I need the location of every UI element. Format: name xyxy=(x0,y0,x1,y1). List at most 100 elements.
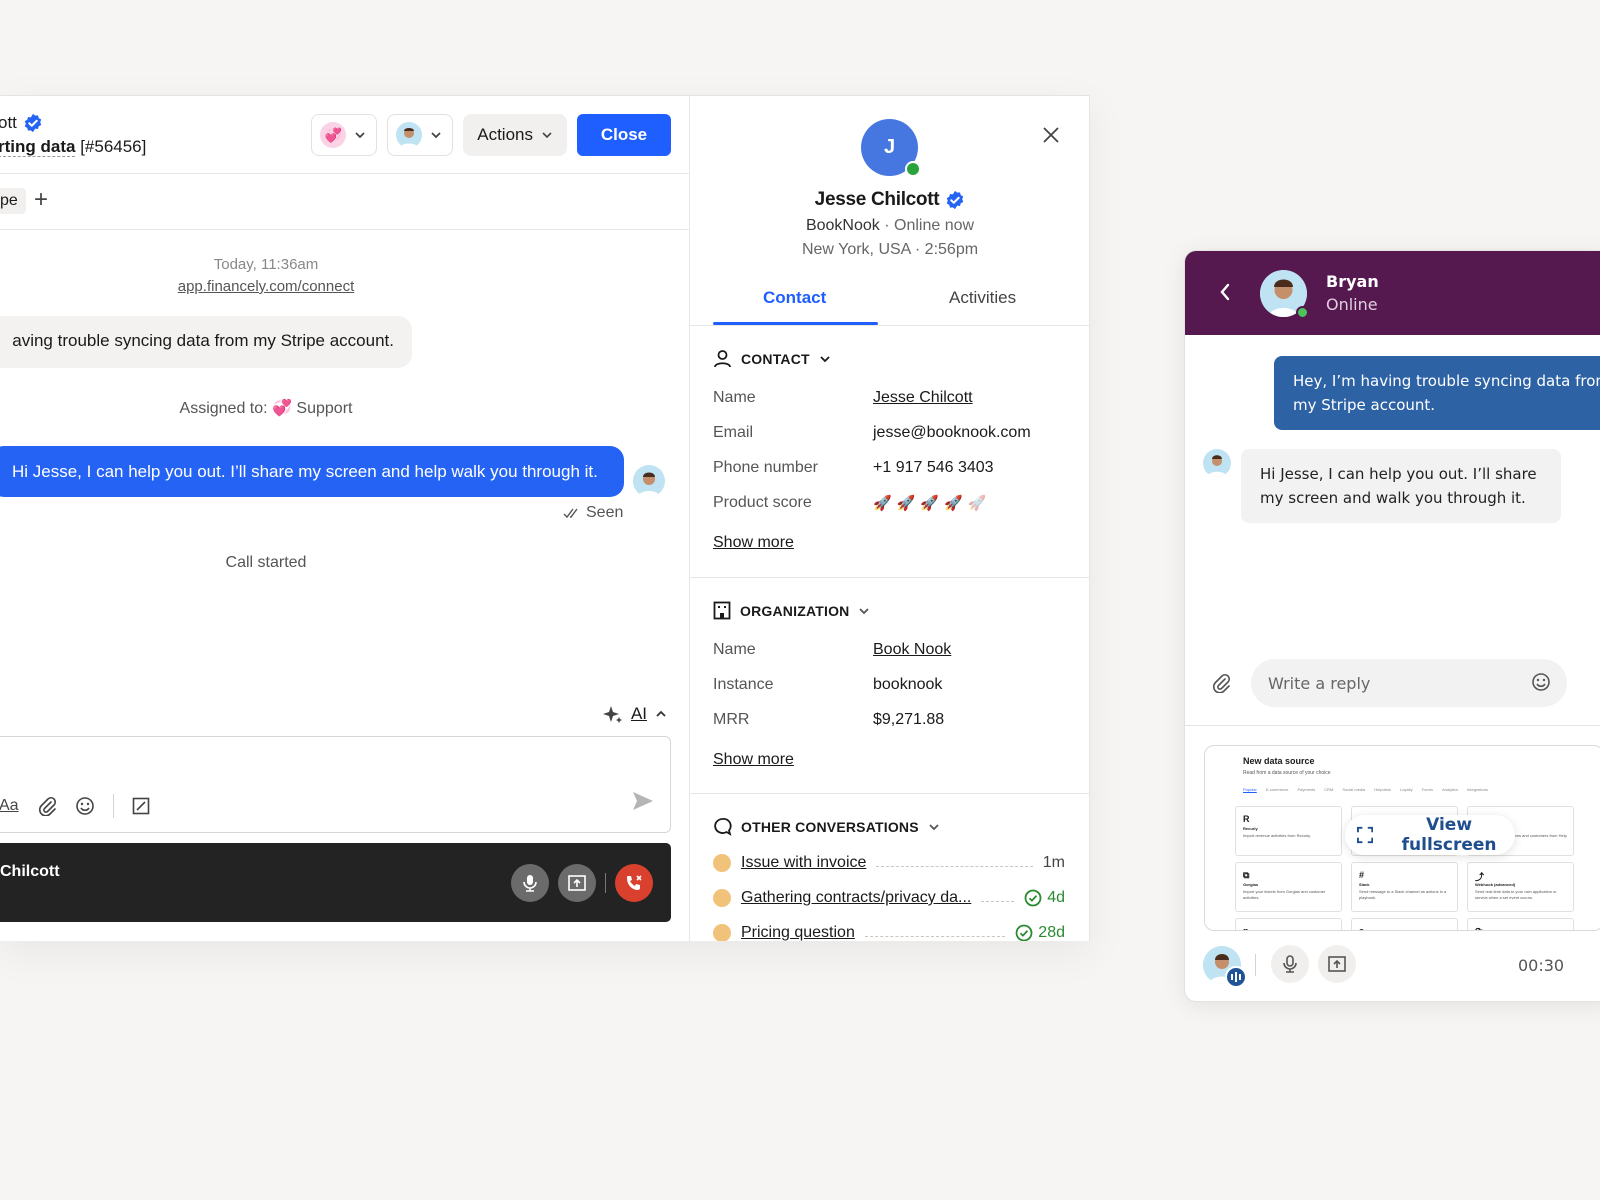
contact-name-link[interactable]: Jesse Chilcott xyxy=(873,389,973,407)
sparkle-icon xyxy=(602,706,622,723)
rocket-icon: 🚀 xyxy=(896,495,916,512)
phone-value: +1 917 546 3403 xyxy=(873,459,994,476)
send-icon[interactable] xyxy=(632,791,654,816)
data-source-description: Send real-time data to your own applicat… xyxy=(1475,889,1557,900)
data-source-description: Send message to a Slack channel as actio… xyxy=(1359,889,1447,900)
page-url-link[interactable]: app.financely.com/connect xyxy=(0,278,532,295)
organization-name-link[interactable]: Book Nook xyxy=(873,641,951,659)
assignee-select[interactable] xyxy=(387,114,454,156)
assignee-avatar xyxy=(396,122,423,148)
conversation-title[interactable]: Pricing question xyxy=(741,924,855,941)
close-sidebar-icon[interactable] xyxy=(1042,126,1060,149)
toolbar-divider xyxy=(112,794,114,818)
mute-button[interactable] xyxy=(1271,945,1309,983)
subject-text[interactable]: rting data xyxy=(0,137,76,157)
data-source-card: R Recurly Import revenue activities from R… xyxy=(1235,806,1342,856)
leader-line xyxy=(981,900,1015,902)
resolved-check-icon xyxy=(1024,889,1042,907)
shared-screen-tab: Payments xyxy=(1297,787,1316,792)
contact-location-time: New York, USA · 2:56pm xyxy=(801,241,979,258)
contact-company: BookNook xyxy=(805,217,880,234)
assigned-team: Support xyxy=(296,400,353,417)
share-screen-button[interactable] xyxy=(558,864,596,902)
conversation-list-item[interactable]: Gathering contracts/privacy da... 4d xyxy=(713,889,1065,907)
share-screen-button[interactable] xyxy=(1318,945,1356,983)
conversation-list-item[interactable]: Pricing question 28d xyxy=(713,924,1065,941)
data-source-name: Recurly xyxy=(1243,826,1258,831)
messenger-header: Bryan Online xyxy=(1185,251,1600,335)
message-timestamp: Today, 11:36am xyxy=(213,256,319,273)
agent-avatar xyxy=(1260,270,1309,319)
instance-value: booknook xyxy=(873,676,943,693)
active-tab-indicator xyxy=(713,322,878,325)
rocket-icon: 🚀 xyxy=(920,495,940,512)
back-arrow-icon[interactable] xyxy=(1219,282,1231,307)
view-fullscreen-button[interactable]: View fullscreen xyxy=(1345,815,1515,855)
tab-activities[interactable]: Activities xyxy=(949,288,1016,308)
reply-input[interactable] xyxy=(1251,659,1567,707)
agent-speaking-avatar xyxy=(1203,946,1247,988)
attachment-icon[interactable] xyxy=(1211,673,1231,698)
other-conversations-header[interactable]: OTHER CONVERSATIONS xyxy=(713,817,940,836)
team-select[interactable]: 💞 xyxy=(311,114,378,156)
data-source-card: s xyxy=(1351,918,1458,930)
conversation-header: ott rting data [#56456] 💞 xyxy=(0,96,690,174)
reply-composer[interactable]: Aa xyxy=(0,736,671,833)
tag-chip[interactable]: pe xyxy=(0,188,26,214)
fullscreen-icon xyxy=(1357,826,1374,844)
screen-share-preview[interactable]: New data source Read from a data source … xyxy=(1204,745,1600,931)
organization-show-more-link[interactable]: Show more xyxy=(713,751,794,769)
organization-section-header[interactable]: ORGANIZATION xyxy=(713,601,870,620)
requester-avatar xyxy=(713,854,731,872)
assignment-event: Assigned to: 💞 Support xyxy=(0,398,532,418)
shared-screen-tab: E-commerce xyxy=(1265,787,1289,792)
chevron-down-icon xyxy=(431,132,441,139)
contact-section-header[interactable]: CONTACT xyxy=(713,349,831,368)
shared-screen-tab: Analytics xyxy=(1442,787,1459,792)
shared-screen-tab: Social media xyxy=(1342,787,1366,792)
field-label: Name xyxy=(713,641,756,658)
ai-label[interactable]: AI xyxy=(631,704,647,724)
attachment-icon[interactable] xyxy=(37,796,57,816)
shared-screen-subtitle: Read from a data source of your choice xyxy=(1243,770,1331,776)
data-source-description: Import your tickets from Gorgias and cus… xyxy=(1243,889,1326,900)
chat-bubble-icon xyxy=(714,818,732,836)
field-label: Product score xyxy=(713,494,812,511)
conversation-list-item[interactable]: Issue with invoice 1m xyxy=(713,854,1065,872)
contact-presence: Online now xyxy=(894,217,975,234)
macro-icon[interactable] xyxy=(132,797,150,815)
contact-location: New York, USA xyxy=(801,241,911,258)
emoji-icon[interactable] xyxy=(75,796,95,816)
conversation-title[interactable]: Gathering contracts/privacy da... xyxy=(741,889,971,907)
end-call-button[interactable] xyxy=(615,864,653,902)
data-source-card: p xyxy=(1235,918,1342,931)
online-indicator xyxy=(1296,306,1309,319)
contact-show-more-link[interactable]: Show more xyxy=(713,534,794,552)
data-source-card: # Slack Send message to a Slack channel as… xyxy=(1351,862,1458,912)
organization-heading: ORGANIZATION xyxy=(740,602,850,619)
chevron-up-icon xyxy=(656,710,666,717)
field-row: MRR $9,271.88 xyxy=(713,711,1073,729)
seen-status: Seen xyxy=(563,504,623,522)
close-conversation-button[interactable]: Close xyxy=(577,114,671,156)
emoji-icon[interactable] xyxy=(1531,672,1551,697)
shared-screen-tab: Loyalty xyxy=(1399,787,1413,792)
format-text-button[interactable]: Aa xyxy=(0,797,19,815)
actions-button[interactable]: Actions xyxy=(463,114,567,156)
mute-button[interactable] xyxy=(511,864,549,902)
conversation-subject[interactable]: rting data [#56456] xyxy=(0,137,146,157)
contact-local-time: 2:56pm xyxy=(924,241,979,258)
requester-avatar xyxy=(713,924,731,941)
data-source-icon: p xyxy=(1243,926,1249,931)
add-tag-button[interactable]: + xyxy=(34,186,48,214)
customer-name-partial: ott xyxy=(0,113,17,132)
rocket-icon: 🚀 xyxy=(944,495,963,512)
tab-contact[interactable]: Contact xyxy=(763,288,826,308)
agent-status: Online xyxy=(1326,295,1378,314)
agent-avatar-small xyxy=(1203,449,1231,477)
call-started-event: Call started xyxy=(225,554,307,571)
ai-assist-toggle[interactable]: AI xyxy=(602,704,667,724)
assigned-label: Assigned to: xyxy=(179,400,268,417)
conversation-title[interactable]: Issue with invoice xyxy=(741,854,866,872)
field-label: Name xyxy=(713,389,756,406)
